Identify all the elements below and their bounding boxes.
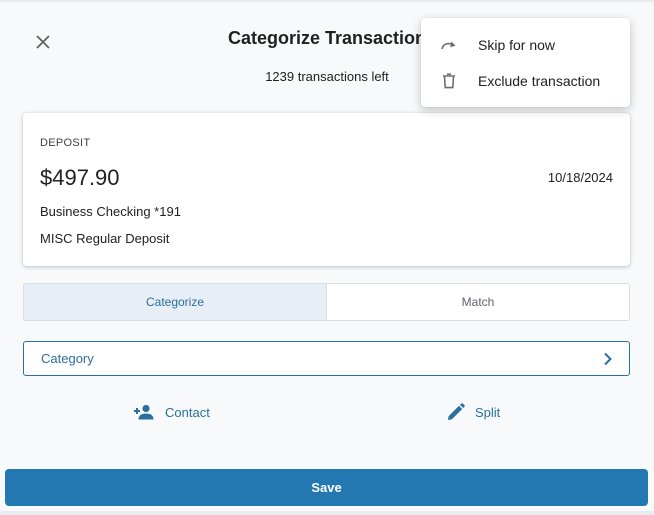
transaction-account: Business Checking *191: [40, 204, 181, 219]
transaction-card: DEPOSIT $497.90 10/18/2024 Business Chec…: [23, 113, 630, 266]
tab-categorize[interactable]: Categorize: [24, 284, 327, 320]
transaction-description: MISC Regular Deposit: [40, 231, 170, 246]
transaction-amount: $497.90: [40, 165, 120, 190]
person-add-icon: [134, 404, 154, 420]
mode-tabs: Categorize Match: [23, 283, 630, 321]
split-button[interactable]: Split: [447, 401, 500, 423]
transaction-date: 10/18/2024: [547, 170, 613, 185]
menu-item-skip[interactable]: Skip for now: [421, 27, 630, 63]
trash-icon: [440, 72, 458, 90]
menu-item-exclude[interactable]: Exclude transaction: [421, 63, 630, 99]
redo-icon: [440, 36, 458, 54]
category-label: Category: [41, 351, 94, 366]
save-button[interactable]: Save: [5, 469, 648, 506]
bottom-edge: [0, 511, 654, 515]
split-label: Split: [475, 404, 501, 420]
contact-label: Contact: [165, 404, 210, 420]
transaction-type: DEPOSIT: [40, 137, 91, 149]
chevron-right-icon: [604, 352, 612, 365]
pencil-icon: [448, 403, 465, 420]
exclude-label: Exclude transaction: [478, 73, 601, 89]
options-menu: Skip for now Exclude transaction: [421, 18, 630, 107]
tab-match[interactable]: Match: [327, 284, 629, 320]
add-contact-button[interactable]: Contact: [133, 401, 210, 423]
skip-label: Skip for now: [478, 37, 556, 53]
category-selector[interactable]: Category: [23, 341, 630, 376]
